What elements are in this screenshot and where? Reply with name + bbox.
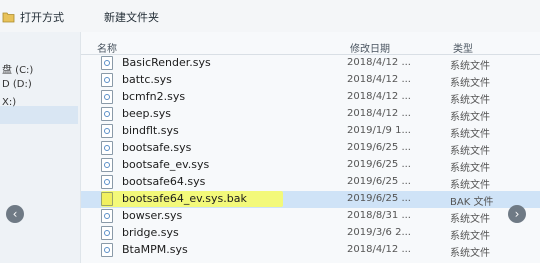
file-type: 系统文件 bbox=[450, 180, 490, 191]
file-row[interactable]: bootsafe64_ev.sys.bak 2019/6/25 ... BAK 文件 bbox=[81, 191, 540, 208]
open-with-button[interactable]: 打开方式 bbox=[2, 9, 64, 25]
file-icon bbox=[101, 107, 113, 121]
file-icon bbox=[101, 90, 113, 104]
file-date: 2019/3/6 2... bbox=[347, 227, 411, 238]
file-date: 2019/6/25 ... bbox=[347, 193, 411, 204]
file-row[interactable]: beep.sys 2018/4/12 ... 系统文件 bbox=[81, 106, 540, 123]
scroll-right-button[interactable]: › bbox=[508, 205, 526, 223]
file-date: 2018/8/31 ... bbox=[347, 210, 411, 221]
file-type: 系统文件 bbox=[450, 61, 490, 72]
file-icon bbox=[101, 209, 113, 223]
toolbar: 打开方式 新建文件夹 bbox=[0, 0, 540, 33]
file-row[interactable]: bindflt.sys 2019/1/9 1... 系统文件 bbox=[81, 123, 540, 140]
file-name: battc.sys bbox=[122, 73, 172, 86]
file-row[interactable]: bootsafe.sys 2019/6/25 ... 系统文件 bbox=[81, 140, 540, 157]
file-type: 系统文件 bbox=[450, 214, 490, 225]
column-name[interactable]: 名称 bbox=[97, 40, 117, 55]
file-type: 系统文件 bbox=[450, 248, 490, 259]
file-type: 系统文件 bbox=[450, 163, 490, 174]
nav-item-selection bbox=[0, 106, 78, 124]
file-date: 2019/6/25 ... bbox=[347, 176, 411, 187]
file-name: beep.sys bbox=[122, 107, 171, 120]
file-icon bbox=[101, 243, 113, 257]
file-row[interactable]: bowser.sys 2018/8/31 ... 系统文件 bbox=[81, 208, 540, 225]
file-name: BtaMPM.sys bbox=[122, 243, 188, 256]
column-date[interactable]: 修改日期 bbox=[350, 40, 390, 55]
file-icon bbox=[101, 158, 113, 172]
file-name: bridge.sys bbox=[122, 226, 179, 239]
file-name: BasicRender.sys bbox=[122, 56, 211, 69]
file-row[interactable]: bcmfn2.sys 2018/4/12 ... 系统文件 bbox=[81, 89, 540, 106]
file-name: bootsafe64_ev.sys.bak bbox=[122, 192, 247, 205]
file-name: bootsafe64.sys bbox=[122, 175, 206, 188]
file-date: 2018/4/12 ... bbox=[347, 74, 411, 85]
file-list: 名称 修改日期 类型 BasicRender.sys 2018/4/12 ... 系… bbox=[81, 32, 540, 263]
file-name: bcmfn2.sys bbox=[122, 90, 186, 103]
scroll-left-button[interactable]: ‹ bbox=[6, 205, 24, 223]
file-type: 系统文件 bbox=[450, 95, 490, 106]
file-row[interactable]: bootsafe64.sys 2019/6/25 ... 系统文件 bbox=[81, 174, 540, 191]
file-date: 2018/4/12 ... bbox=[347, 244, 411, 255]
new-folder-button[interactable]: 新建文件夹 bbox=[104, 9, 159, 25]
navigation-pane: 盘 (C:) D (D:) X:) bbox=[0, 32, 81, 263]
file-type: 系统文件 bbox=[450, 231, 490, 242]
column-type[interactable]: 类型 bbox=[453, 40, 473, 55]
open-with-label: 打开方式 bbox=[20, 11, 64, 24]
file-date: 2018/4/12 ... bbox=[347, 108, 411, 119]
file-row[interactable]: bridge.sys 2019/3/6 2... 系统文件 bbox=[81, 225, 540, 242]
file-icon bbox=[101, 192, 113, 206]
file-date: 2018/4/12 ... bbox=[347, 91, 411, 102]
file-name: bowser.sys bbox=[122, 209, 183, 222]
file-name: bootsafe_ev.sys bbox=[122, 158, 210, 171]
file-icon bbox=[101, 56, 113, 70]
nav-item-drive-d[interactable]: D (D:) bbox=[2, 79, 32, 90]
file-name: bindflt.sys bbox=[122, 124, 179, 137]
nav-item-drive-c[interactable]: 盘 (C:) bbox=[2, 61, 33, 76]
file-icon bbox=[101, 73, 113, 87]
folder-open-icon bbox=[2, 12, 15, 23]
file-type: 系统文件 bbox=[450, 78, 490, 89]
file-date: 2019/1/9 1... bbox=[347, 125, 411, 136]
file-row[interactable]: bootsafe_ev.sys 2019/6/25 ... 系统文件 bbox=[81, 157, 540, 174]
file-date: 2019/6/25 ... bbox=[347, 142, 411, 153]
file-name: bootsafe.sys bbox=[122, 141, 192, 154]
file-icon bbox=[101, 175, 113, 189]
file-icon bbox=[101, 226, 113, 240]
file-date: 2018/4/12 ... bbox=[347, 57, 411, 68]
nav-item-drive-x[interactable]: X:) bbox=[2, 97, 16, 108]
file-date: 2019/6/25 ... bbox=[347, 159, 411, 170]
file-type: 系统文件 bbox=[450, 112, 490, 123]
file-type: 系统文件 bbox=[450, 129, 490, 140]
file-icon bbox=[101, 141, 113, 155]
column-header: 名称 修改日期 类型 bbox=[81, 32, 540, 55]
file-row[interactable]: battc.sys 2018/4/12 ... 系统文件 bbox=[81, 72, 540, 89]
file-type: BAK 文件 bbox=[450, 197, 494, 208]
file-row[interactable]: BasicRender.sys 2018/4/12 ... 系统文件 bbox=[81, 55, 540, 72]
file-type: 系统文件 bbox=[450, 146, 490, 157]
file-row[interactable]: BtaMPM.sys 2018/4/12 ... 系统文件 bbox=[81, 242, 540, 259]
file-icon bbox=[101, 124, 113, 138]
